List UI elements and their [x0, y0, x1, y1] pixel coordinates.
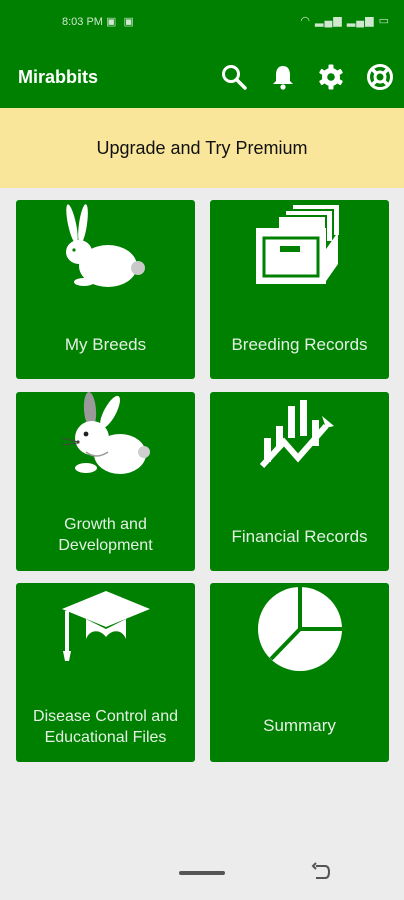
tile-growth-and-development[interactable]: Growth and Development	[16, 392, 195, 571]
upgrade-premium-label: Upgrade and Try Premium	[96, 137, 308, 158]
app-title: Mirabbits	[18, 67, 99, 87]
tile-summary[interactable]: Summary	[210, 583, 389, 762]
battery-icon: ▭	[378, 15, 390, 27]
pie-chart-icon	[210, 583, 389, 675]
notification-icons: ▣ ▣	[106, 16, 136, 28]
tile-label: My Breeds	[64, 335, 147, 354]
gear-icon[interactable]	[317, 63, 345, 91]
tile-financial-records[interactable]: Financial Records	[210, 392, 389, 571]
search-icon[interactable]	[220, 63, 248, 91]
signal-icon: ▂▄▆	[315, 15, 343, 27]
status-time: 8:03 PM	[62, 16, 103, 28]
tile-label: Breeding Records	[231, 335, 368, 354]
lifebuoy-icon[interactable]	[366, 63, 394, 91]
system-icons: ◠ ▂▄▆ ▂▄▆ ▭	[300, 14, 390, 27]
graduation-cap-icon	[16, 589, 195, 663]
system-nav-bar	[0, 846, 404, 900]
tile-label: Financial Records	[231, 527, 368, 546]
tile-disease-control[interactable]: Disease Control and Educational Files	[16, 583, 195, 762]
file-box-icon	[210, 202, 389, 288]
rabbit-icon	[16, 202, 195, 290]
tile-label: Summary	[263, 716, 336, 735]
tile-label: Growth and Development	[58, 516, 153, 554]
chart-trend-icon	[210, 398, 389, 472]
upgrade-premium-banner[interactable]: Upgrade and Try Premium	[0, 108, 404, 188]
signal-icon-2: ▂▄▆	[346, 15, 375, 27]
tile-my-breeds[interactable]: My Breeds	[16, 200, 195, 379]
back-icon[interactable]	[311, 862, 331, 882]
home-gesture-handle[interactable]	[179, 871, 225, 875]
status-bar: 8:03 PM ▣ ▣ ◠ ▂▄▆ ▂▄▆ ▭	[0, 0, 404, 44]
app-bar: Mirabbits	[0, 44, 404, 108]
tile-label: Disease Control and Educational Files	[33, 708, 178, 746]
tile-breeding-records[interactable]: Breeding Records	[210, 200, 389, 379]
bell-icon[interactable]	[269, 63, 297, 91]
bunny-icon	[16, 392, 195, 480]
wifi-icon: ◠	[300, 15, 311, 27]
